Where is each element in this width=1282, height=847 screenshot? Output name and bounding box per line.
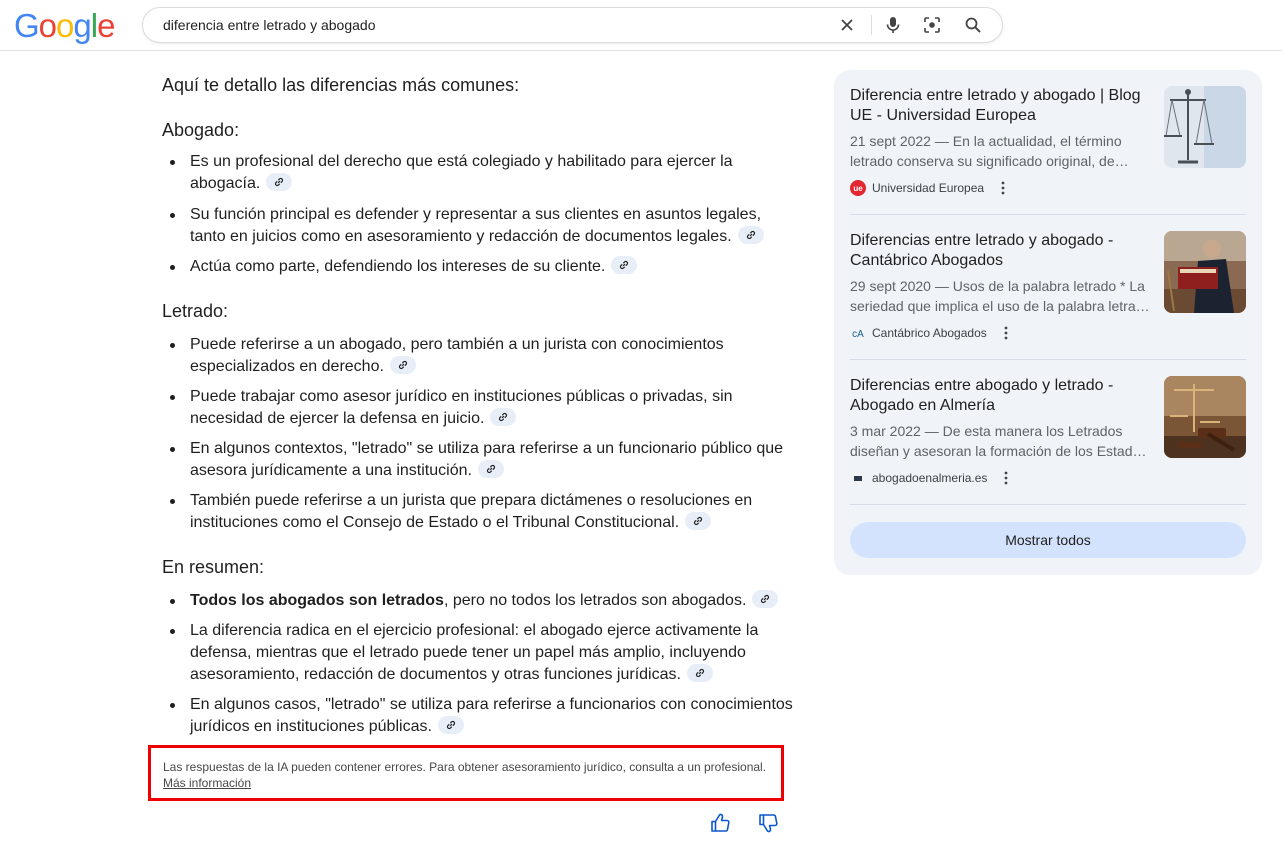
list-item: Actúa como parte, defendiendo los intere… <box>170 256 800 278</box>
list-item: Todos los abogados son letrados, pero no… <box>170 590 800 612</box>
ai-disclaimer: Las respuestas de la IA pueden contener … <box>163 760 767 774</box>
list-item: En algunos casos, "letrado" se utiliza p… <box>170 694 800 738</box>
header: Google <box>0 0 1282 51</box>
source-name: Universidad Europea <box>872 181 985 195</box>
show-all-button[interactable]: Mostrar todos <box>850 522 1246 558</box>
link-icon <box>746 230 755 240</box>
section-heading-abogado: Abogado: <box>162 120 240 140</box>
cantabrico-abogados-favicon: cA <box>852 329 864 340</box>
list-item: Su función principal es defender y repre… <box>170 204 800 248</box>
google-logo[interactable]: Google <box>14 8 115 44</box>
source-link-chip[interactable] <box>437 716 464 734</box>
search-icon[interactable] <box>963 15 983 35</box>
source-title[interactable]: Diferencia entre letrado y abogado | Blo… <box>850 86 1150 126</box>
source-snippet: 3 mar 2022 — De esta manera los Letrados… <box>850 423 1147 459</box>
more-options-icon[interactable] <box>1000 180 1006 196</box>
source-link-chip[interactable] <box>752 590 779 608</box>
more-options-icon[interactable] <box>1003 325 1009 341</box>
link-icon <box>694 516 703 526</box>
source-name: Cantábrico Abogados <box>872 326 987 340</box>
list-item: Es un profesional del derecho que está c… <box>170 151 800 195</box>
link-icon <box>446 720 455 730</box>
sources-panel: Diferencia entre letrado y abogado | Blo… <box>834 70 1262 575</box>
list-item: Puede referirse a un abogado, pero tambi… <box>170 334 800 378</box>
link-icon <box>761 594 770 604</box>
source-card[interactable]: Diferencias entre abogado y letrado - Ab… <box>850 360 1246 505</box>
link-icon <box>275 177 284 187</box>
abogadoenalmeria-favicon <box>851 471 865 485</box>
lens-icon[interactable] <box>922 15 942 35</box>
source-title[interactable]: Diferencias entre abogado y letrado - Ab… <box>850 376 1150 416</box>
list-item: La diferencia radica en el ejercicio pro… <box>170 620 800 686</box>
source-snippet: 21 sept 2022 — En la actualidad, el térm… <box>850 133 1129 169</box>
list-item: También puede referirse a un jurista que… <box>170 490 800 534</box>
link-icon <box>620 260 629 270</box>
source-link-chip[interactable] <box>737 226 764 244</box>
source-title[interactable]: Diferencias entre letrado y abogado - Ca… <box>850 231 1150 271</box>
more-info-link[interactable]: Más información <box>163 775 251 791</box>
list-item: Puede trabajar como asesor jurídico en i… <box>170 386 800 430</box>
section-heading-letrado: Letrado: <box>162 301 229 321</box>
source-link-chip[interactable] <box>611 256 638 274</box>
source-link-chip[interactable] <box>490 408 517 426</box>
lawyer-reading-image <box>1164 231 1246 313</box>
source-link-chip[interactable] <box>389 356 416 374</box>
link-icon <box>695 668 704 678</box>
more-options-icon[interactable] <box>1003 470 1009 486</box>
svg-text:cA: cA <box>852 329 864 340</box>
search-input[interactable] <box>163 8 823 42</box>
answer-intro: Aquí te detallo las diferencias más comu… <box>162 75 520 95</box>
microphone-icon[interactable] <box>883 15 903 35</box>
disclaimer-highlight: Las respuestas de la IA pueden contener … <box>148 745 784 801</box>
clear-icon[interactable] <box>837 15 857 35</box>
link-icon <box>499 412 508 422</box>
thumbs-down-icon[interactable] <box>757 812 779 834</box>
link-icon <box>486 464 495 474</box>
search-box <box>142 7 1003 43</box>
universidad-europea-favicon: ue <box>850 180 866 196</box>
source-snippet: 29 sept 2020 — Usos de la palabra letrad… <box>850 278 1150 314</box>
scales-of-justice-image <box>1164 86 1246 168</box>
source-link-chip[interactable] <box>477 460 504 478</box>
source-card[interactable]: Diferencia entre letrado y abogado | Blo… <box>850 70 1246 215</box>
search-divider <box>871 15 872 35</box>
source-name: abogadoenalmeria.es <box>872 471 988 485</box>
link-icon <box>398 360 407 370</box>
svg-text:ue: ue <box>853 184 863 193</box>
gavel-scales-image <box>1164 376 1246 458</box>
thumbs-up-icon[interactable] <box>709 812 731 834</box>
source-link-chip[interactable] <box>685 512 712 530</box>
source-link-chip[interactable] <box>686 664 713 682</box>
section-heading-resumen: En resumen: <box>162 557 265 577</box>
list-item: En algunos contextos, "letrado" se utili… <box>170 438 800 482</box>
card-divider <box>850 504 1246 505</box>
source-card[interactable]: Diferencias entre letrado y abogado - Ca… <box>850 215 1246 360</box>
source-link-chip[interactable] <box>266 173 293 191</box>
